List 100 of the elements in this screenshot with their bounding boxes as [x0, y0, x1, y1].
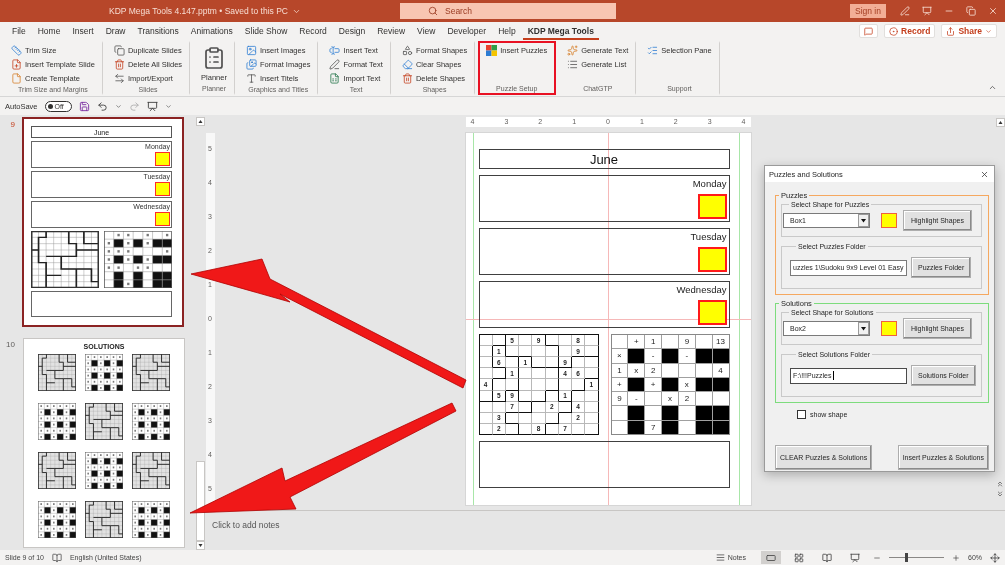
empty-cell [519, 390, 533, 402]
day-label: Tuesday [690, 231, 727, 242]
empty-cell [505, 357, 520, 369]
empty-cell [519, 346, 533, 358]
ribbon-tab[interactable]: Slide Show [239, 22, 293, 40]
view-button[interactable] [761, 551, 781, 564]
empty-cell [545, 346, 559, 358]
caret-icon[interactable] [164, 102, 172, 110]
book-icon [822, 552, 832, 563]
empty-cell [519, 368, 533, 380]
filled-cell [628, 349, 646, 364]
ribbon-tab[interactable]: Draw [100, 22, 131, 40]
caret-icon [858, 322, 869, 335]
list-icon [567, 59, 579, 70]
ribbon-tab[interactable]: File [7, 22, 31, 40]
jigsaw-grid-drawing [132, 452, 170, 489]
jigsaw-grid-drawing [38, 354, 76, 391]
book-icon[interactable] [51, 552, 62, 563]
slider-thumb[interactable] [905, 553, 909, 562]
empty-cell [572, 357, 586, 369]
empty-cell [479, 412, 493, 424]
slide-number: 9 [9, 119, 16, 129]
math-grid-drawing [132, 403, 170, 440]
record-dot-icon [889, 26, 899, 36]
filled-cell [662, 349, 679, 364]
jigsaw-grid-drawing [31, 231, 99, 288]
images-icon [245, 59, 257, 70]
image-icon [245, 45, 257, 56]
math-cell: + [628, 335, 646, 350]
checkbox[interactable] [797, 410, 806, 419]
rectangle-icon [766, 552, 776, 563]
empty-cell [545, 368, 559, 380]
search-field[interactable]: Search [400, 3, 616, 19]
double-chevron-up-icon[interactable] [996, 480, 1004, 488]
math-grid-drawing [85, 452, 123, 489]
file-icon [11, 73, 22, 84]
copy-icon [113, 45, 125, 56]
empty-cell [479, 335, 493, 347]
math-cell: × [611, 349, 629, 364]
eraser-icon [401, 59, 413, 70]
math-grid-drawing [38, 501, 76, 538]
scrollbar-thumb[interactable] [196, 461, 205, 541]
ribbon-tab[interactable]: Insert [67, 22, 99, 40]
ribbon-tab[interactable]: Record [294, 22, 332, 40]
empty-cell [479, 368, 493, 380]
ribbon-tab[interactable]: Home [32, 22, 66, 40]
presentation-icon[interactable] [922, 6, 932, 16]
math-grid-drawing [132, 501, 170, 538]
close-icon[interactable] [980, 169, 989, 179]
empty-cell [505, 412, 520, 424]
empty-cell [479, 401, 493, 413]
share-icon [946, 26, 956, 36]
empty-cell [558, 401, 573, 413]
lines-icon [715, 553, 725, 562]
ribbon-tab[interactable]: Developer [442, 22, 492, 40]
pen-icon[interactable] [900, 6, 910, 16]
ribbon-tab[interactable]: Transitions [132, 22, 184, 40]
empty-cell [492, 368, 506, 380]
four-arrows-icon[interactable] [990, 552, 1000, 563]
empty-cell [545, 335, 559, 347]
comments-button[interactable] [859, 24, 879, 38]
scroll-up-arrow-icon[interactable] [995, 118, 1005, 127]
color-swatch-icon [881, 321, 897, 336]
file-plus-icon [11, 59, 22, 70]
save-icon[interactable] [78, 100, 90, 112]
ribbon-tab[interactable]: Help [493, 22, 521, 40]
marker-square [155, 152, 170, 166]
ribbon-tab[interactable]: Design [333, 22, 371, 40]
empty-cell [492, 379, 506, 391]
marker-square [697, 247, 727, 272]
checklist-icon [647, 45, 659, 56]
ribbon-tab[interactable]: View [412, 22, 441, 40]
scroll-down-arrow-icon[interactable] [196, 541, 205, 550]
double-chevron-down-icon[interactable] [996, 490, 1004, 498]
scroll-up-arrow-icon[interactable] [196, 117, 205, 126]
presentation-icon[interactable] [146, 100, 158, 112]
math-grid-drawing [85, 354, 123, 391]
empty-cell [505, 346, 520, 358]
jigsaw-grid-drawing [132, 354, 170, 391]
record-button[interactable]: Record [884, 24, 936, 38]
share-button[interactable]: Share [941, 24, 997, 38]
marker-square [155, 212, 170, 226]
ribbon-tab[interactable]: Animations [185, 22, 238, 40]
close-icon[interactable] [988, 6, 998, 16]
caret-icon[interactable] [114, 102, 122, 110]
zoom-in-icon[interactable] [952, 553, 960, 562]
empty-cell [532, 390, 546, 402]
text-cursor-icon [832, 371, 834, 380]
ribbon-tab[interactable]: Review [372, 22, 411, 40]
empty-cell [558, 412, 573, 424]
empty-cell [519, 335, 533, 347]
restore-icon[interactable] [966, 6, 976, 16]
slide-number: 10 [5, 339, 16, 349]
trash-icon [401, 73, 413, 84]
empty-cell [572, 379, 586, 391]
caret-icon[interactable] [988, 83, 997, 92]
marker-square [155, 182, 170, 196]
empty-cell [545, 390, 559, 402]
sign-in-button[interactable]: Sign in [850, 4, 886, 18]
undo-icon[interactable] [96, 100, 108, 112]
